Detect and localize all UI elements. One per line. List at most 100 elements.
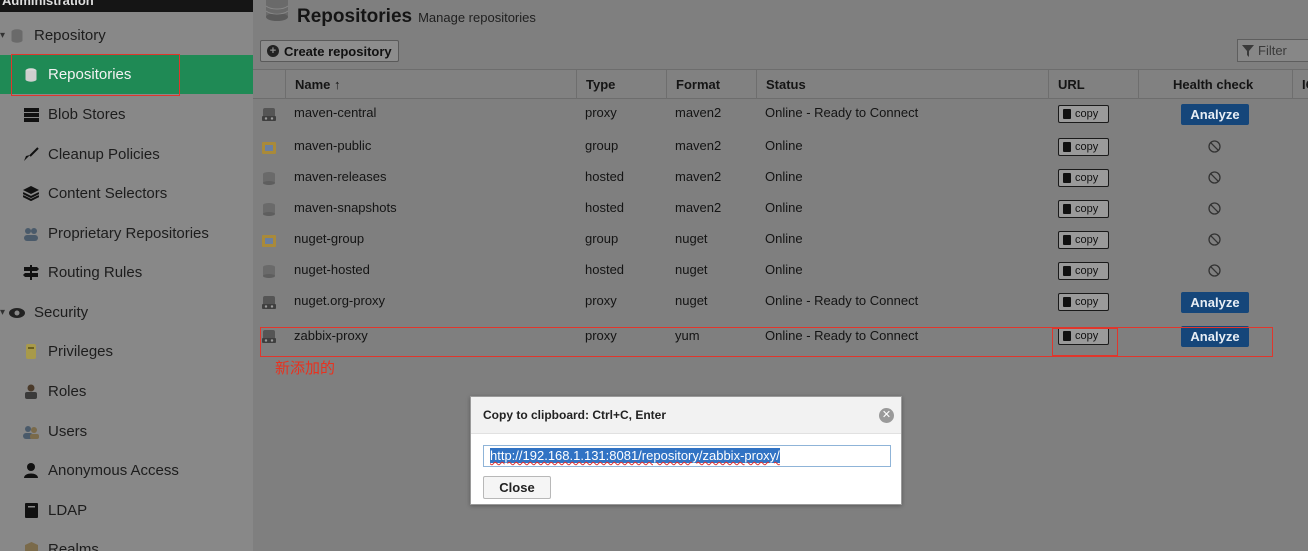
column-header-status[interactable]: Status [756, 70, 1048, 99]
repository-name[interactable]: nuget-hosted [285, 254, 370, 285]
copy-url-button[interactable]: copy [1058, 169, 1109, 187]
sidebar-item-proprietary-repositories[interactable]: Proprietary Repositories [0, 214, 253, 253]
database-icon [265, 0, 289, 21]
clipboard-icon [1063, 142, 1071, 152]
sidebar-item-cleanup-policies[interactable]: Cleanup Policies [0, 135, 253, 174]
copy-url-button[interactable]: copy [1058, 231, 1109, 249]
sidebar-item-label: Roles [48, 383, 87, 400]
sidebar-item-label: Realms [48, 541, 99, 551]
repository-format: yum [675, 328, 700, 343]
copy-url-button[interactable]: copy [1058, 105, 1109, 123]
sidebar-item-label: Content Selectors [48, 185, 168, 202]
repository-type: hosted [585, 200, 625, 215]
collapse-arrow-icon[interactable]: ▾ [0, 307, 5, 318]
copy-url-button[interactable]: copy [1058, 327, 1109, 345]
url-field[interactable]: http://192.168.1.131:8081/repository/zab… [483, 445, 891, 467]
sidebar-item-label: Users [48, 423, 88, 440]
copy-url-button[interactable]: copy [1058, 262, 1109, 280]
collapse-arrow-icon[interactable]: ▾ [0, 30, 5, 41]
table-row[interactable]: zabbix-proxy proxy yum Online - Ready to Co… [253, 321, 1308, 352]
proxy-repository-icon [262, 296, 276, 309]
column-header-iq[interactable]: IQ [1292, 70, 1308, 99]
clipboard-icon [1063, 266, 1071, 276]
group-repository-icon [262, 235, 276, 247]
table-row[interactable]: maven-central proxy maven2 Online - Ready t… [253, 99, 1308, 130]
repository-status: Online - Ready to Connect [765, 293, 919, 308]
users-icon [22, 424, 40, 440]
analyze-button[interactable]: Analyze [1181, 326, 1249, 347]
table-row[interactable]: maven-releases hosted maven2 Online copy [253, 163, 1308, 194]
sidebar-item-blob-stores[interactable]: Blob Stores [0, 95, 253, 134]
annotation-label: 新添加的 [275, 359, 336, 377]
signpost-icon [22, 265, 40, 281]
repository-format: nuget [675, 231, 708, 246]
sidebar-item-privileges[interactable]: Privileges [0, 332, 253, 371]
proxy-repository-icon [262, 330, 276, 343]
close-button[interactable]: Close [483, 476, 551, 499]
repository-status: Online [765, 231, 803, 246]
sidebar-item-realms[interactable]: Realms [0, 530, 253, 551]
sidebar-item-label: Proprietary Repositories [48, 225, 209, 242]
table-row[interactable]: nuget-hosted hosted nuget Online copy [253, 256, 1308, 287]
repository-format: maven2 [675, 138, 722, 153]
create-repository-button[interactable]: + Create repository [260, 40, 399, 62]
sidebar-item-ldap[interactable]: LDAP [0, 491, 253, 530]
broom-icon [22, 147, 40, 163]
book-icon [22, 503, 40, 519]
column-header-health-check[interactable]: Health check [1138, 70, 1292, 99]
url-value: http://192.168.1.131:8081/repository/zab… [490, 448, 780, 463]
sidebar-item-users[interactable]: Users [0, 412, 253, 451]
shield-icon [22, 542, 40, 551]
clipboard-icon [1063, 173, 1071, 183]
copy-label: copy [1075, 172, 1099, 184]
close-icon[interactable]: ✕ [879, 408, 894, 423]
sidebar-item-label: Anonymous Access [48, 462, 179, 479]
copy-url-button[interactable]: copy [1058, 200, 1109, 218]
repository-name[interactable]: nuget-group [285, 223, 364, 254]
copy-url-button[interactable]: copy [1058, 293, 1109, 311]
repository-type: proxy [585, 105, 617, 120]
sidebar-item-roles[interactable]: Roles [0, 372, 253, 411]
repository-format: maven2 [675, 169, 722, 184]
column-header-type[interactable]: Type [576, 70, 666, 99]
copy-label: copy [1075, 108, 1099, 120]
repository-name[interactable]: maven-central [285, 97, 376, 128]
analyze-button[interactable]: Analyze [1181, 292, 1249, 313]
page-title: Repositories [297, 6, 413, 27]
eye-icon [8, 305, 26, 321]
repository-name[interactable]: zabbix-proxy [285, 321, 368, 351]
repository-type: hosted [585, 169, 625, 184]
column-header-name[interactable]: Name ↑ [285, 70, 576, 99]
analyze-button[interactable]: Analyze [1181, 104, 1249, 125]
group-repository-icon [262, 142, 276, 154]
sidebar-group-security[interactable]: ▾ Security [0, 293, 253, 332]
column-header-url[interactable]: URL [1048, 70, 1138, 99]
admin-sidebar: Administration ▾ Repository Repositories… [0, 0, 253, 551]
repository-status: Online [765, 138, 803, 153]
repository-name[interactable]: maven-releases [285, 161, 387, 192]
copy-label: copy [1075, 203, 1099, 215]
repository-name[interactable]: nuget.org-proxy [285, 285, 385, 316]
user-icon [22, 463, 40, 479]
ban-icon [1208, 140, 1221, 153]
sidebar-item-anonymous-access[interactable]: Anonymous Access [0, 451, 253, 490]
ban-icon [1208, 171, 1221, 184]
sidebar-group-repository[interactable]: ▾ Repository [0, 16, 253, 55]
sidebar-item-repositories[interactable]: Repositories [0, 55, 253, 94]
repository-name[interactable]: maven-snapshots [285, 192, 397, 223]
clipboard-icon [1063, 331, 1071, 341]
table-row[interactable]: maven-snapshots hosted maven2 Online copy [253, 194, 1308, 225]
table-row[interactable]: nuget.org-proxy proxy nuget Online - Ready … [253, 287, 1308, 318]
sidebar-item-label: Cleanup Policies [48, 146, 160, 163]
sidebar-item-routing-rules[interactable]: Routing Rules [0, 253, 253, 292]
copy-label: copy [1075, 265, 1099, 277]
hosted-repository-icon [263, 172, 275, 185]
table-row[interactable]: maven-public group maven2 Online copy [253, 132, 1308, 163]
sidebar-item-content-selectors[interactable]: Content Selectors [0, 174, 253, 213]
table-row[interactable]: nuget-group group nuget Online copy [253, 225, 1308, 256]
filter-input[interactable]: Filter [1237, 39, 1308, 62]
repository-name[interactable]: maven-public [285, 130, 371, 161]
column-header-format[interactable]: Format [666, 70, 756, 99]
copy-url-button[interactable]: copy [1058, 138, 1109, 156]
table-header: Name ↑ Type Format Status URL Health che… [253, 69, 1308, 99]
